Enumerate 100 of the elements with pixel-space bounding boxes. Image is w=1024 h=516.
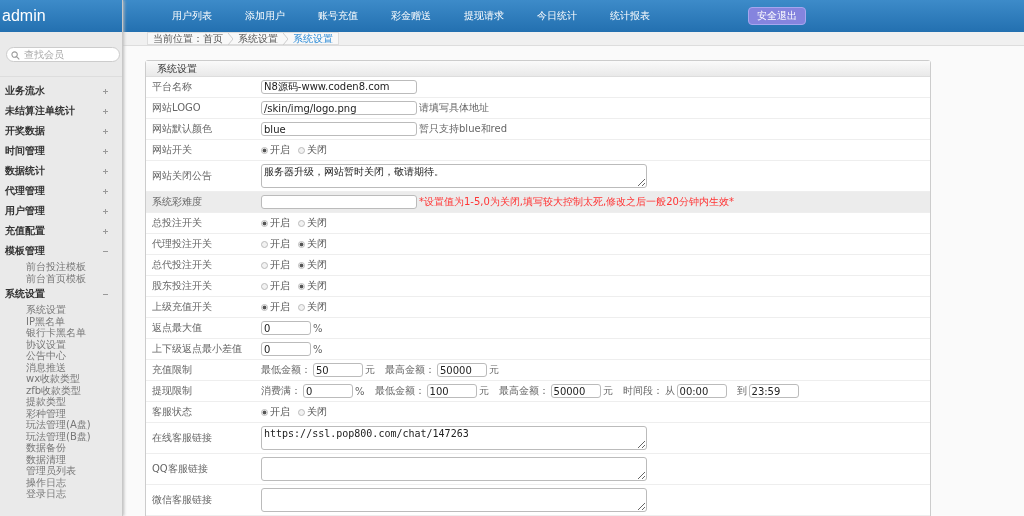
radio-button[interactable] [298,146,305,154]
text-area[interactable] [261,457,647,481]
sidebar-item[interactable]: 玩法管理(B盘) [0,430,122,442]
radio-label: 开启 [270,405,290,419]
unit-label: % [355,385,365,397]
radio-button[interactable] [298,408,305,416]
radio-button[interactable] [261,261,268,269]
sidebar-group[interactable]: 代理管理 [0,181,122,201]
sidebar-item[interactable]: 管理员列表 [0,465,122,477]
text-input[interactable]: 0 [303,384,353,398]
unit-label: 元 [478,384,489,398]
sidebar-item[interactable]: 彩种管理 [0,407,122,419]
sidebar-item[interactable]: 消息推送 [0,361,122,373]
logout-button[interactable]: 安全退出 [748,7,806,25]
field-label: 时间段： [622,384,663,398]
unit-label: 元 [365,363,375,377]
radio-button[interactable] [261,303,268,311]
field-label: 总代投注开关 [151,258,213,272]
radio-button[interactable] [298,282,305,290]
text-input[interactable]: 50 [313,363,363,377]
field-label: 最低金额： [374,384,425,398]
sidebar-group[interactable]: 时间管理 [0,141,122,161]
sidebar-item[interactable]: 银行卡黑名单 [0,327,122,339]
sidebar-group[interactable]: 模板管理 [0,241,122,261]
text-area[interactable] [261,488,647,512]
sidebar-item[interactable]: 协议设置 [0,338,122,350]
radio-button[interactable] [298,219,305,227]
chevron-icon [228,32,233,45]
field-label: 在线客服链接 [151,431,213,445]
field-label: 最低金额： [261,363,311,377]
unit-label: 元 [489,363,499,377]
field-label: 客服状态 [151,405,193,419]
text-input[interactable]: 23:59 [748,384,799,398]
field-label: QQ客服链接 [151,462,209,476]
brand-title: admin [2,7,46,25]
breadcrumb-link[interactable]: 系统设置 [288,33,338,44]
nav-link[interactable]: 统计报表 [593,9,666,23]
radio-label: 开启 [270,258,290,272]
radio-button[interactable] [261,240,268,248]
breadcrumb-link[interactable]: 当前位置：首页 [148,33,228,44]
nav-link[interactable]: 账号充值 [301,9,374,23]
radio-button[interactable] [298,303,305,311]
unit-label: % [313,322,323,334]
text-input[interactable]: 50000 [437,363,487,377]
unit-label: 元 [602,384,613,398]
text-area[interactable]: 服务器升级，网站暂时关闭，敬请期待。 [261,164,647,188]
text-input[interactable]: 0 [261,342,311,356]
text-input[interactable]: 50000 [550,384,601,398]
nav-link[interactable]: 今日统计 [520,9,593,23]
sidebar-item[interactable]: 数据清理 [0,453,122,465]
sidebar-item[interactable]: 提款类型 [0,396,122,408]
sidebar-group[interactable]: 充值配置 [0,221,122,241]
radio-label: 开启 [270,279,290,293]
text-input[interactable]: N8源码-www.coden8.com [261,80,417,94]
sidebar-item[interactable]: 系统设置 [0,304,122,316]
sidebar-item[interactable]: wx收款类型 [0,373,122,385]
text-area[interactable]: https://ssl.pop800.com/chat/147263 [261,426,647,450]
sidebar-group[interactable]: 开奖数据 [0,121,122,141]
nav-link[interactable]: 提现请求 [447,9,520,23]
sidebar-item[interactable]: zfb收款类型 [0,384,122,396]
search-field[interactable]: 查找会员 [6,46,120,62]
field-label: 提现限制 [151,384,193,398]
text-input[interactable] [261,195,417,209]
field-label: 平台名称 [151,80,193,94]
sidebar-group[interactable]: 数据统计 [0,161,122,181]
sidebar-item[interactable]: 前台首页模板 [0,272,122,284]
sidebar-item[interactable]: 前台投注模板 [0,261,122,273]
sidebar-item[interactable]: 操作日志 [0,476,122,488]
text-input[interactable]: /skin/img/logo.png [261,101,417,115]
chevron-icon [283,32,288,45]
sidebar-group[interactable]: 未结算注单统计 [0,101,122,121]
radio-button[interactable] [261,282,268,290]
text-input[interactable]: 0 [261,321,311,335]
radio-button[interactable] [261,219,268,227]
sidebar-group[interactable]: 系统设置 [0,284,122,304]
text-input[interactable]: 100 [426,384,477,398]
radio-button[interactable] [261,408,268,416]
text-input[interactable]: 00:00 [676,384,727,398]
text-input[interactable]: blue [261,122,417,136]
field-label: 从 [664,384,675,398]
sidebar-item[interactable]: 数据备份 [0,442,122,454]
radio-button[interactable] [261,146,268,154]
sidebar-item[interactable]: IP黑名单 [0,315,122,327]
sidebar-group[interactable]: 用户管理 [0,201,122,221]
sidebar-item[interactable]: 玩法管理(A盘) [0,419,122,431]
nav-link[interactable]: 彩金赠送 [374,9,447,23]
field-label: 最高金额： [498,384,549,398]
radio-label: 开启 [270,143,290,157]
field-label: 系统彩难度 [151,195,203,209]
nav-link[interactable]: 用户列表 [155,9,228,23]
sidebar-item[interactable]: 登录日志 [0,488,122,500]
radio-button[interactable] [298,261,305,269]
sidebar-item[interactable]: 公告中心 [0,350,122,362]
field-label: 网站LOGO [151,101,202,115]
breadcrumb-link[interactable]: 系统设置 [233,33,283,44]
sidebar-group[interactable]: 业务流水 [0,81,122,101]
field-note: *设置值为1-5,0为关闭,填写较大控制太死,修改之后一般20分钟内生效* [419,195,734,209]
field-label: 最高金额： [385,363,435,377]
nav-link[interactable]: 添加用户 [228,9,301,23]
radio-button[interactable] [298,240,305,248]
